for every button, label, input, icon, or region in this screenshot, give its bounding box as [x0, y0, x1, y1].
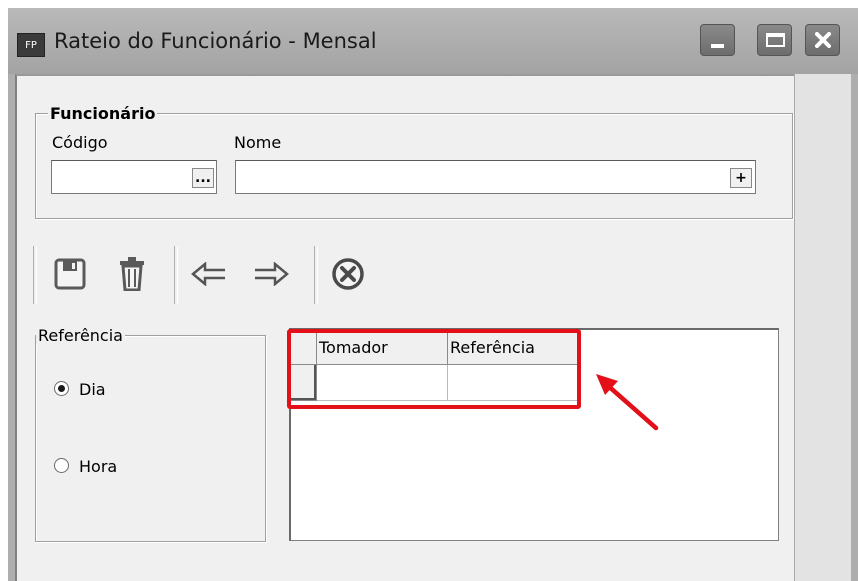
radio-selected-dot [58, 385, 65, 392]
minimize-icon [711, 44, 724, 48]
save-button[interactable] [51, 253, 89, 295]
radio-hora-label: Hora [79, 457, 118, 476]
nome-label: Nome [234, 133, 282, 152]
maximize-button[interactable] [757, 24, 792, 56]
codigo-lookup-button[interactable]: ... [192, 168, 214, 188]
minimize-button[interactable] [700, 24, 735, 56]
maximize-icon [766, 33, 785, 47]
annotation-arrow-icon [596, 374, 659, 431]
toolbar-separator [314, 246, 318, 304]
radio-hora-button[interactable] [54, 458, 69, 473]
toolbar-separator [33, 246, 37, 304]
referencia-group-label: Referência [36, 326, 125, 345]
app-icon: FP [17, 33, 45, 57]
nome-add-button[interactable]: + [730, 168, 752, 188]
background-window-strip [794, 74, 851, 581]
next-button[interactable] [252, 253, 290, 295]
app-badge-text: FP [25, 39, 37, 51]
radio-dia-label: Dia [79, 380, 106, 399]
codigo-field[interactable]: ... [51, 160, 217, 194]
highlight-annotation-box [287, 329, 581, 409]
toolbar-separator [174, 246, 178, 304]
cancel-icon [332, 258, 364, 290]
previous-icon [191, 262, 225, 286]
delete-icon [120, 257, 144, 291]
previous-button[interactable] [190, 253, 228, 295]
window-title: Rateio do Funcionário - Mensal [54, 29, 377, 53]
delete-button[interactable] [113, 253, 151, 295]
close-button[interactable] [805, 24, 840, 56]
funcionario-group-label: Funcionário [48, 104, 158, 123]
cancel-button[interactable] [329, 253, 367, 295]
radio-dia-button[interactable] [54, 381, 69, 396]
nome-field[interactable]: + [235, 160, 756, 194]
codigo-label: Código [52, 133, 108, 152]
save-icon [54, 258, 86, 290]
next-icon [255, 262, 289, 286]
referencia-groupbox [35, 335, 266, 542]
close-icon [815, 32, 831, 48]
